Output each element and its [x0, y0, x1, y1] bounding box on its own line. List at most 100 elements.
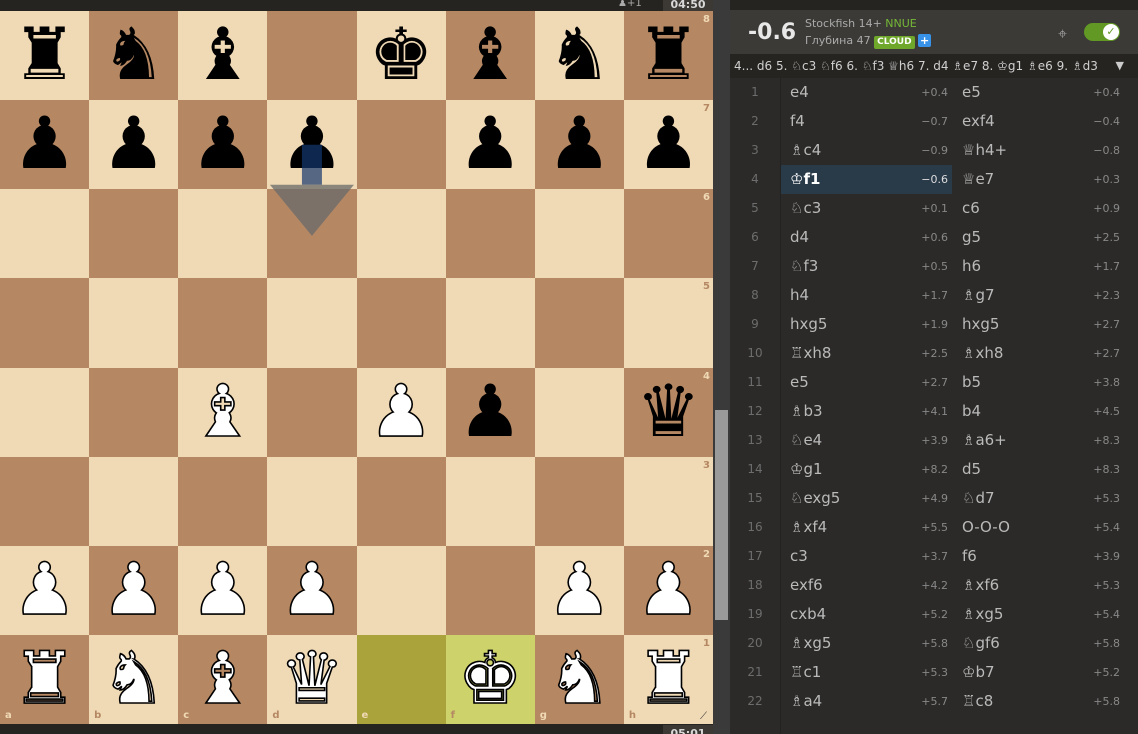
scrollbar-thumb[interactable]	[715, 410, 728, 620]
square-g6[interactable]	[534, 189, 624, 279]
black-move[interactable]: b5 +3.8	[952, 368, 1124, 397]
black-move[interactable]: h6 +1.7	[952, 252, 1124, 281]
black-move[interactable]: ♔b7 +5.2	[952, 658, 1124, 687]
black-move[interactable]: ♗xh8 +2.7	[952, 339, 1124, 368]
square-h5[interactable]	[623, 278, 713, 368]
black-pawn-b7[interactable]: ♟	[89, 100, 178, 189]
square-b3[interactable]	[89, 456, 179, 546]
page-scrollbar[interactable]	[713, 0, 730, 734]
white-knight-b1[interactable]: ♞	[89, 635, 178, 724]
white-knight-g1[interactable]: ♞	[535, 635, 624, 724]
square-f5[interactable]	[445, 278, 535, 368]
square-h3[interactable]	[623, 456, 713, 546]
white-pawn-h2[interactable]: ♟	[624, 546, 713, 635]
white-move[interactable]: ♘c3 +0.1	[780, 194, 952, 223]
white-bishop-c4[interactable]: ♝	[178, 368, 267, 457]
white-move[interactable]: ♘exg5 +4.9	[780, 484, 952, 513]
white-move[interactable]: ♖c1 +5.3	[780, 658, 952, 687]
target-icon[interactable]: ⌖	[1058, 24, 1067, 44]
black-move[interactable]: ♗xg5 +5.4	[952, 600, 1124, 629]
white-queen-d1[interactable]: ♛	[267, 635, 356, 724]
black-pawn-g7[interactable]: ♟	[535, 100, 624, 189]
black-rook-h8[interactable]: ♜	[624, 11, 713, 100]
black-move[interactable]: ♘d7 +5.3	[952, 484, 1124, 513]
black-move[interactable]: ♘gf6 +5.8	[952, 629, 1124, 658]
black-move[interactable]: e5 +0.4	[952, 78, 1124, 107]
white-move[interactable]: ♗xg5 +5.8	[780, 629, 952, 658]
black-pawn-f7[interactable]: ♟	[446, 100, 535, 189]
white-move[interactable]: e5 +2.7	[780, 368, 952, 397]
square-e3[interactable]	[356, 456, 446, 546]
resize-handle-icon[interactable]: ⟋	[700, 711, 712, 723]
black-pawn-h7[interactable]: ♟	[624, 100, 713, 189]
square-c6[interactable]	[178, 189, 268, 279]
square-d4[interactable]	[267, 367, 357, 457]
square-b6[interactable]	[89, 189, 179, 279]
white-pawn-c2[interactable]: ♟	[178, 546, 267, 635]
square-b4[interactable]	[89, 367, 179, 457]
black-move[interactable]: g5 +2.5	[952, 223, 1124, 252]
square-d3[interactable]	[267, 456, 357, 546]
square-a5[interactable]	[0, 278, 90, 368]
white-pawn-e4[interactable]: ♟	[357, 368, 446, 457]
black-move[interactable]: hxg5 +2.7	[952, 310, 1124, 339]
white-move[interactable]: d4 +0.6	[780, 223, 952, 252]
black-king-e8[interactable]: ♚	[357, 11, 446, 100]
black-rook-a8[interactable]: ♜	[0, 11, 89, 100]
square-d5[interactable]	[267, 278, 357, 368]
black-queen-h4[interactable]: ♛	[624, 368, 713, 457]
white-move[interactable]: f4 −0.7	[780, 107, 952, 136]
white-rook-a1[interactable]: ♜	[0, 635, 89, 724]
white-king-f1[interactable]: ♚	[446, 635, 535, 724]
black-bishop-c8[interactable]: ♝	[178, 11, 267, 100]
white-pawn-b2[interactable]: ♟	[89, 546, 178, 635]
square-f6[interactable]	[445, 189, 535, 279]
square-e5[interactable]	[356, 278, 446, 368]
black-move[interactable]: ♕e7 +0.3	[952, 165, 1124, 194]
square-a3[interactable]	[0, 456, 90, 546]
black-move[interactable]: ♗xf6 +5.3	[952, 571, 1124, 600]
square-e7[interactable]	[356, 100, 446, 190]
white-pawn-g2[interactable]: ♟	[535, 546, 624, 635]
white-move[interactable]: ♗xf4 +5.5	[780, 513, 952, 542]
black-move[interactable]: b4 +4.5	[952, 397, 1124, 426]
square-g5[interactable]	[534, 278, 624, 368]
square-a6[interactable]	[0, 189, 90, 279]
white-move[interactable]: ♖xh8 +2.5	[780, 339, 952, 368]
white-move[interactable]: c3 +3.7	[780, 542, 952, 571]
square-d6[interactable]	[267, 189, 357, 279]
black-move[interactable]: exf4 −0.4	[952, 107, 1124, 136]
white-move[interactable]: ♗b3 +4.1	[780, 397, 952, 426]
square-c5[interactable]	[178, 278, 268, 368]
square-f2[interactable]	[445, 545, 535, 635]
black-move[interactable]: d5 +8.3	[952, 455, 1124, 484]
white-bishop-c1[interactable]: ♝	[178, 635, 267, 724]
white-pawn-d2[interactable]: ♟	[267, 546, 356, 635]
black-move[interactable]: ♖c8 +5.8	[952, 687, 1124, 716]
white-move[interactable]: ♗a4 +5.7	[780, 687, 952, 716]
black-knight-g8[interactable]: ♞	[535, 11, 624, 100]
black-pawn-d7[interactable]: ♟	[267, 100, 356, 189]
white-move[interactable]: ♘e4 +3.9	[780, 426, 952, 455]
white-move[interactable]: cxb4 +5.2	[780, 600, 952, 629]
white-move[interactable]: h4 +1.7	[780, 281, 952, 310]
engine-toggle[interactable]: ✓	[1084, 23, 1120, 41]
square-e2[interactable]	[356, 545, 446, 635]
black-pawn-c7[interactable]: ♟	[178, 100, 267, 189]
square-g3[interactable]	[534, 456, 624, 546]
black-move[interactable]: ♕h4+ −0.8	[952, 136, 1124, 165]
square-h6[interactable]	[623, 189, 713, 279]
move-list[interactable]: 1 e4 +0.4 e5 +0.4 2 f4 −0.7 exf4 −0.4 3 ♗c4 −0.9 ♕h4+…	[730, 78, 1138, 734]
square-e1[interactable]	[356, 634, 446, 724]
white-move[interactable]: exf6 +4.2	[780, 571, 952, 600]
black-move[interactable]: c6 +0.9	[952, 194, 1124, 223]
square-b5[interactable]	[89, 278, 179, 368]
plus-icon[interactable]: +	[918, 34, 932, 47]
white-move[interactable]: hxg5 +1.9	[780, 310, 952, 339]
black-move[interactable]: ♗a6+ +8.3	[952, 426, 1124, 455]
square-g4[interactable]	[534, 367, 624, 457]
white-move[interactable]: e4 +0.4	[780, 78, 952, 107]
square-c3[interactable]	[178, 456, 268, 546]
black-move[interactable]: O-O-O +5.4	[952, 513, 1124, 542]
white-move[interactable]: ♔g1 +8.2	[780, 455, 952, 484]
